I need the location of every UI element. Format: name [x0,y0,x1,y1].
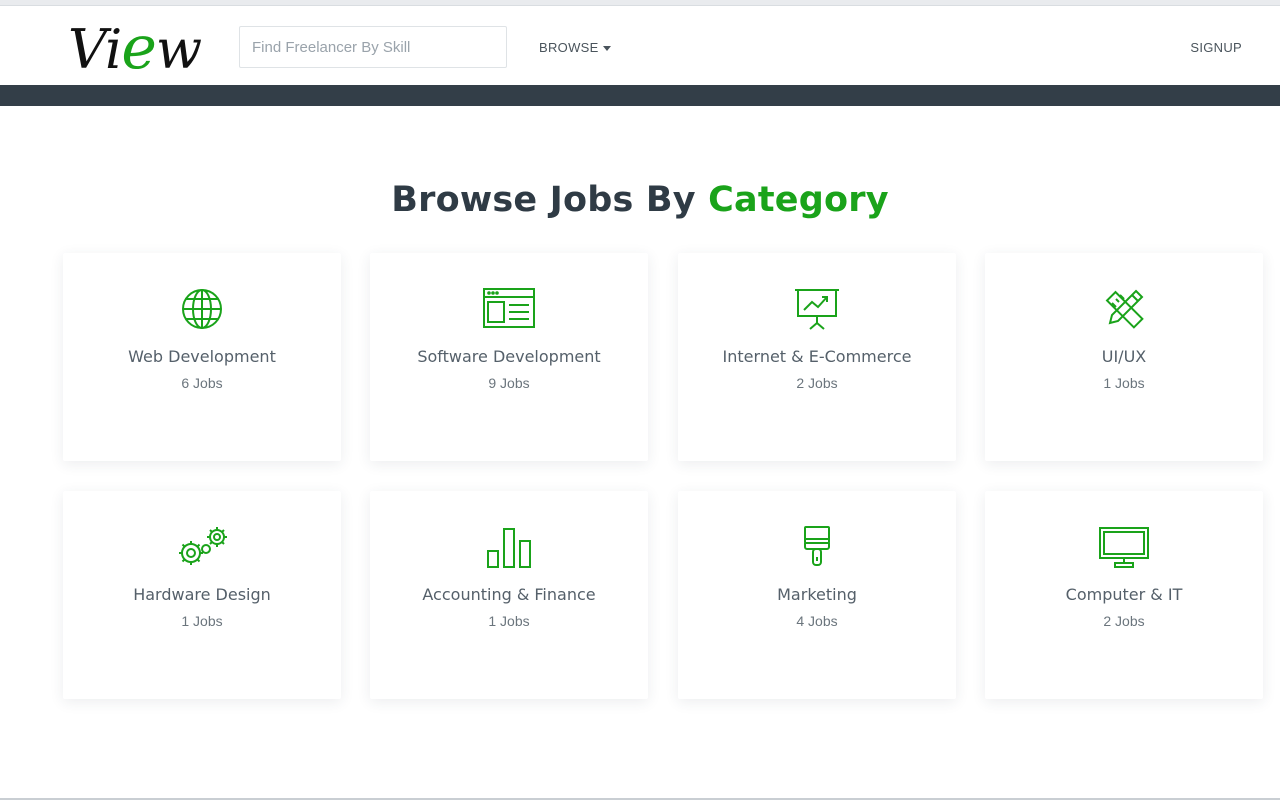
freelancer-search-input[interactable] [239,26,507,68]
bar-chart-icon [370,525,648,569]
category-job-count: 1 Jobs [181,613,223,629]
paint-brush-icon [678,525,956,569]
category-job-count: 1 Jobs [488,613,530,629]
category-job-count: 4 Jobs [796,613,838,629]
category-name: Hardware Design [133,585,271,604]
signup-link[interactable]: SIGNUP [1190,40,1242,55]
category-name: Internet & E-Commerce [722,347,912,366]
category-card-internet-ecommerce[interactable]: Internet & E-Commerce 2 Jobs [678,253,956,461]
category-job-count: 2 Jobs [1103,613,1145,629]
category-job-count: 9 Jobs [488,375,530,391]
category-name: Computer & IT [1065,585,1183,604]
category-name: Marketing [777,585,857,604]
globe-icon [63,287,341,331]
category-name: Web Development [128,347,276,366]
category-name: Software Development [417,347,601,366]
caret-down-icon [602,45,611,51]
category-card-web-development[interactable]: Web Development 6 Jobs [63,253,341,461]
category-grid: Web Development 6 Jobs Software Developm… [63,253,1264,699]
category-card-software-development[interactable]: Software Development 9 Jobs [370,253,648,461]
category-job-count: 2 Jobs [796,375,838,391]
category-job-count: 6 Jobs [181,375,223,391]
category-name: Accounting & Finance [422,585,596,604]
header-dark-bar [0,85,1280,106]
gears-icon [63,525,341,569]
site-logo[interactable]: View [68,18,202,80]
site-header: View BROWSE SIGNUP [0,6,1280,85]
pencil-ruler-icon [985,287,1263,331]
category-card-ui-ux[interactable]: UI/UX 1 Jobs [985,253,1263,461]
browser-window-icon [370,287,648,331]
browse-label: BROWSE [539,40,599,55]
presentation-chart-icon [678,287,956,331]
monitor-icon [985,525,1263,569]
category-card-computer-it[interactable]: Computer & IT 2 Jobs [985,491,1263,699]
category-job-count: 1 Jobs [1103,375,1145,391]
category-card-marketing[interactable]: Marketing 4 Jobs [678,491,956,699]
category-card-hardware-design[interactable]: Hardware Design 1 Jobs [63,491,341,699]
browse-menu-button[interactable]: BROWSE [539,40,611,55]
category-name: UI/UX [1101,347,1147,366]
category-card-accounting-finance[interactable]: Accounting & Finance 1 Jobs [370,491,648,699]
page-title: Browse Jobs By Category [391,180,889,220]
